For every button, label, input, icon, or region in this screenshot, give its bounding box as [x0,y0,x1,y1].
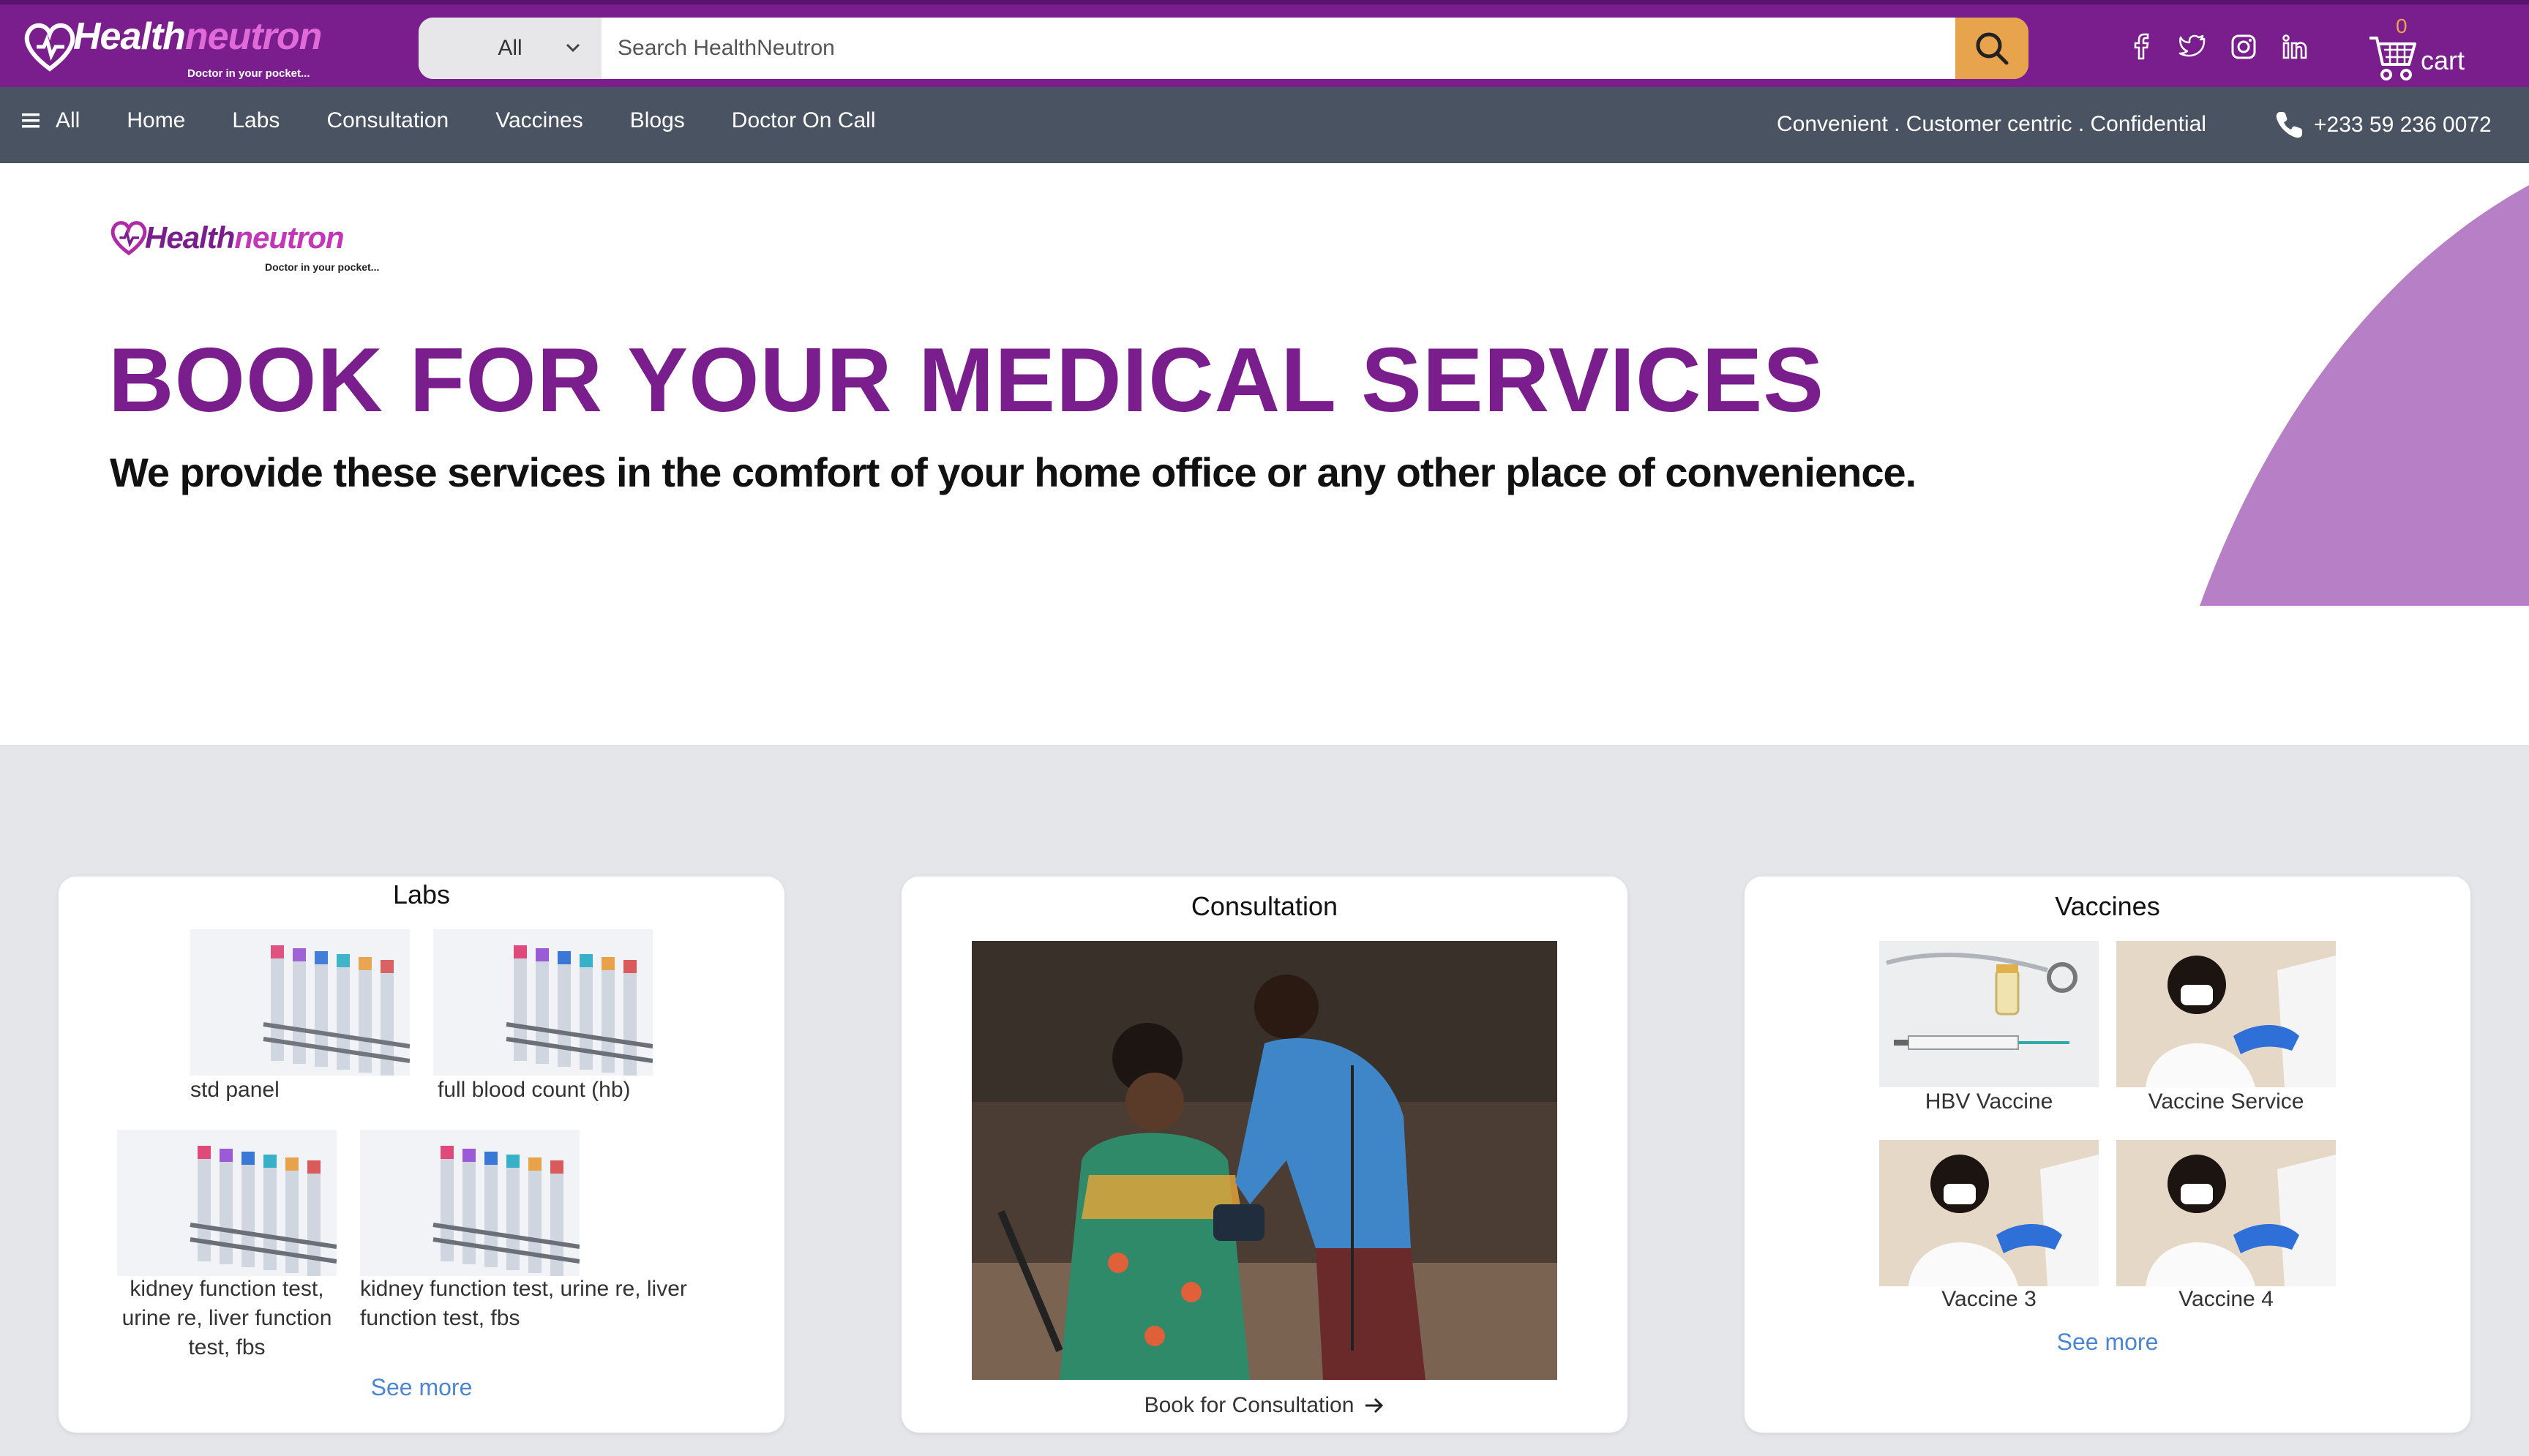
arrow-right-icon [1365,1397,1384,1414]
nav-link-consultation[interactable]: Consultation [326,108,449,133]
search-button[interactable] [1955,18,2028,79]
hero-subtitle: We provide these services in the comfort… [110,449,1917,495]
nav-all-label: All [56,108,80,132]
nav-all-menu[interactable]: All [22,108,80,133]
consultation-photo[interactable] [972,941,1557,1380]
search-category-select[interactable]: All [419,18,602,79]
chevron-down-icon [566,43,580,53]
hero-logo-tagline: Doctor in your pocket... [265,261,380,273]
vaccine-item-image[interactable] [2116,941,2336,1087]
vaccination-photo-icon [2116,941,2336,1087]
phone-number: +233 59 236 0072 [2314,113,2492,137]
vaccines-card: Vaccines HBV Vaccine Vaccine Service Vac… [1745,877,2470,1433]
labs-card: Labs std panel full blood count (hb) kid… [59,877,784,1433]
search-input[interactable] [602,18,1955,79]
facebook-icon[interactable] [2127,32,2156,61]
logo-tagline: Doctor in your pocket... [187,67,310,80]
doctor-patient-photo-icon [972,941,1557,1380]
lab-item-label[interactable]: std panel [190,1076,280,1105]
book-consultation-link[interactable]: Book for Consultation [902,1393,1627,1418]
hero-banner: Healthneutron Doctor in your pocket... B… [0,163,2529,745]
vaccine-item-label[interactable]: HBV Vaccine [1879,1087,2099,1117]
vaccination-photo-icon [1879,1140,2099,1286]
vaccine-item-label[interactable]: Vaccine Service [2116,1087,2336,1117]
vaccine-item-label[interactable]: Vaccine 3 [1879,1285,2099,1314]
phone-icon [2276,112,2302,138]
phone-contact[interactable]: +233 59 236 0072 [2273,109,2492,141]
instagram-icon[interactable] [2229,32,2258,61]
lab-item-label[interactable]: full blood count (hb) [438,1076,631,1105]
vaccine-item-image[interactable] [2116,1140,2336,1286]
social-links [2127,32,2309,61]
vaccination-photo-icon [2116,1140,2336,1286]
vaccine-item-label[interactable]: Vaccine 4 [2116,1285,2336,1314]
nav-tagline: Convenient . Customer centric . Confiden… [1777,112,2206,136]
logo-wordmark: Healthneutron [73,15,322,58]
consultation-card-title: Consultation [1191,891,1338,921]
shopping-cart-icon [2369,37,2416,80]
search-bar: All [419,18,2028,79]
lab-item-label[interactable]: kidney function test, urine re, liver fu… [360,1275,726,1333]
nav-link-vaccines[interactable]: Vaccines [495,108,583,133]
linkedin-icon[interactable] [2280,32,2309,61]
nav-link-blogs[interactable]: Blogs [630,108,685,133]
lab-item-image[interactable] [360,1130,580,1276]
hero-logo-wordmark: Healthneutron [145,220,345,255]
nav-link-doctor-on-call[interactable]: Doctor On Call [732,108,876,133]
twitter-icon[interactable] [2178,32,2207,61]
site-logo[interactable]: Healthneutron Doctor in your pocket... [20,12,328,81]
vaccines-see-more-link[interactable]: See more [1745,1329,2470,1356]
lab-item-image[interactable] [433,929,653,1076]
cart-label: cart [2421,45,2465,75]
test-tubes-icon [190,929,410,1076]
search-icon [1976,32,2009,65]
test-tubes-icon [117,1130,337,1276]
vaccine-item-image[interactable] [1879,1140,2099,1286]
heart-stethoscope-icon [110,221,147,256]
labs-see-more-link[interactable]: See more [59,1374,784,1401]
search-category-label: All [498,36,522,60]
nav-links: All Home Labs Consultation Vaccines Blog… [22,87,923,154]
decorative-arc-shape [2200,185,2529,606]
vaccine-vial-syringe-icon [1879,941,2099,1087]
lab-item-image[interactable] [117,1130,337,1276]
hero-title: BOOK FOR YOUR MEDICAL SERVICES [108,330,1825,431]
consultation-card: Consultation Book for Consultation [902,877,1627,1433]
book-consultation-label: Book for Consultation [1144,1393,1355,1417]
cart-button[interactable]: 0 cart [2368,15,2500,85]
hamburger-menu-icon [22,113,40,128]
labs-card-title: Labs [392,879,451,909]
lab-item-image[interactable] [190,929,410,1076]
test-tubes-icon [360,1130,580,1276]
vaccines-card-title: Vaccines [2055,891,2160,921]
top-header: Healthneutron Doctor in your pocket... A… [0,0,2529,87]
lab-item-label[interactable]: kidney function test, urine re, liver fu… [117,1275,337,1362]
vaccine-item-image[interactable] [1879,941,2099,1087]
test-tubes-icon [433,929,653,1076]
main-nav: All Home Labs Consultation Vaccines Blog… [0,87,2529,163]
heart-stethoscope-icon [24,23,75,72]
nav-link-home[interactable]: Home [127,108,185,133]
nav-link-labs[interactable]: Labs [232,108,280,133]
